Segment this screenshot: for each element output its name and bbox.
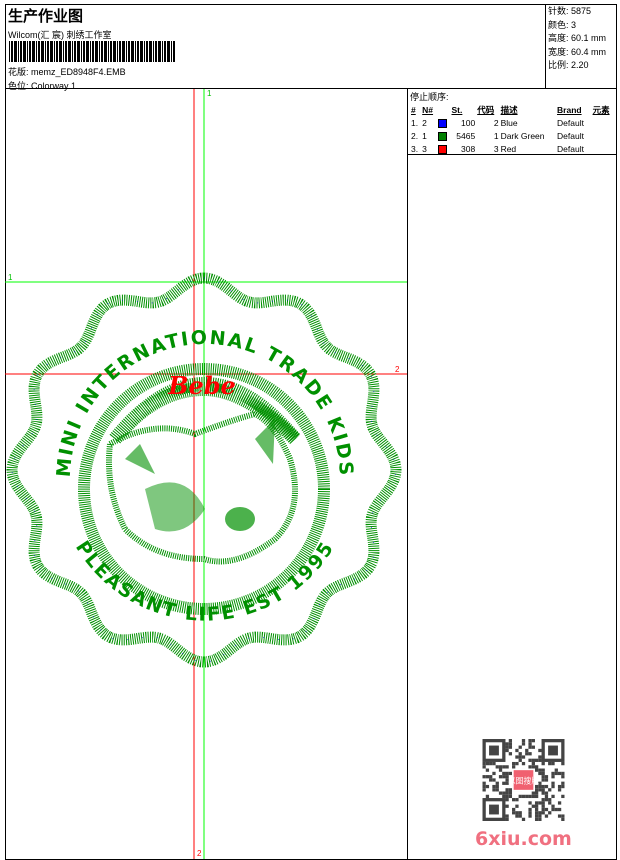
row-brand: Default: [557, 143, 584, 154]
row-brand: Default: [557, 130, 584, 141]
stop-sequence-title: 停止顺序:: [410, 92, 449, 102]
row-stitches: 308: [461, 143, 476, 154]
col-swatch: [437, 103, 451, 116]
stop-row: 2. 1 5465 1 Dark Green Default: [410, 129, 615, 142]
info-scale: 比例: 2.20: [548, 60, 589, 70]
col-stitches: St.: [451, 104, 463, 115]
row-brand: Default: [557, 117, 584, 128]
row-description: Blue: [500, 117, 518, 128]
qr-seal-text: 以图搜版: [508, 776, 540, 786]
stop-row: 3. 3 308 3 Red Default: [410, 142, 615, 155]
embroidery-preview: 1 1 2 2 MINI INTERNATIONAL TRADE KIDS PL…: [5, 89, 407, 859]
file-label: 花版:: [8, 67, 29, 77]
row-code: 1: [493, 130, 499, 141]
qr-code: 以图搜版: [482, 739, 565, 821]
row-stitches: 100: [461, 117, 476, 128]
stop-sequence-table: # N# St. 代码 描述 Brand 元素 1. 2 100 2 Blue …: [410, 103, 615, 155]
right-ear: [255, 419, 275, 464]
guide-label-v2: 2: [197, 849, 202, 858]
barcode: [9, 41, 209, 62]
col-description: 描述: [500, 104, 518, 115]
header: 生产作业图 Wilcom(汇 宸) 刺绣工作室 花版: memz_ED8948F…: [5, 4, 617, 91]
design-text-bottom: PLEASANT LIFE EST 1995: [71, 537, 339, 626]
info-colors: 颜色: 3: [548, 19, 577, 30]
guide-label-v1: 1: [207, 89, 212, 98]
company-name: Wilcom(汇 宸) 刺绣工作室: [8, 30, 112, 40]
design-info: 针数: 5875 颜色: 3 高度: 60.1 mm 宽度: 60.4 mm 比…: [545, 4, 617, 89]
guide-label-h1: 1: [8, 273, 13, 282]
row-index: 1.: [411, 117, 419, 128]
left-ear: [125, 444, 155, 474]
col-element: 元素: [592, 104, 610, 115]
design-canvas: 1 1 2 2 MINI INTERNATIONAL TRADE KIDS PL…: [5, 89, 408, 859]
color-swatch: [437, 118, 447, 128]
color-swatch: [437, 131, 447, 141]
info-stitches: 针数: 5875: [548, 6, 592, 16]
row-stitches: 5465: [456, 130, 476, 141]
stop-row: 1. 2 100 2 Blue Default: [410, 116, 615, 129]
col-index: #: [411, 104, 416, 115]
left-eye: [145, 482, 205, 532]
row-swatch: [437, 129, 451, 142]
col-code: 代码: [477, 104, 495, 115]
row-index: 3.: [411, 143, 419, 154]
row-description: Dark Green: [500, 130, 545, 141]
row-needle: 1: [422, 130, 427, 141]
file-name: memz_ED8948F4.EMB: [31, 67, 126, 77]
design-text-top: MINI INTERNATIONAL TRADE KIDS: [53, 327, 358, 478]
info-width: 宽度: 60.4 mm: [548, 46, 607, 57]
guide-label-h2: 2: [395, 365, 400, 374]
design-text-red: Bebe: [167, 371, 236, 400]
row-index: 2.: [411, 130, 419, 141]
row-description: Red: [500, 143, 517, 154]
row-code: 3: [493, 143, 499, 154]
row-code: 2: [493, 117, 499, 128]
file-row: 花版: memz_ED8948F4.EMB: [8, 65, 126, 78]
row-swatch: [437, 142, 451, 155]
watermark-brand: 6xiu.com: [475, 828, 572, 850]
color-swatch: [437, 144, 447, 154]
nose: [225, 507, 255, 531]
col-needle: N#: [422, 104, 434, 115]
info-height: 高度: 60.1 mm: [548, 33, 607, 43]
row-needle: 3: [422, 143, 427, 154]
col-brand: Brand: [557, 104, 582, 115]
page-title: 生产作业图: [8, 7, 84, 25]
row-needle: 2: [422, 117, 427, 128]
stop-sequence-panel: 停止顺序: # N# St. 代码 描述 Brand 元素 1. 2 100 2…: [408, 89, 617, 155]
row-swatch: [437, 116, 451, 129]
